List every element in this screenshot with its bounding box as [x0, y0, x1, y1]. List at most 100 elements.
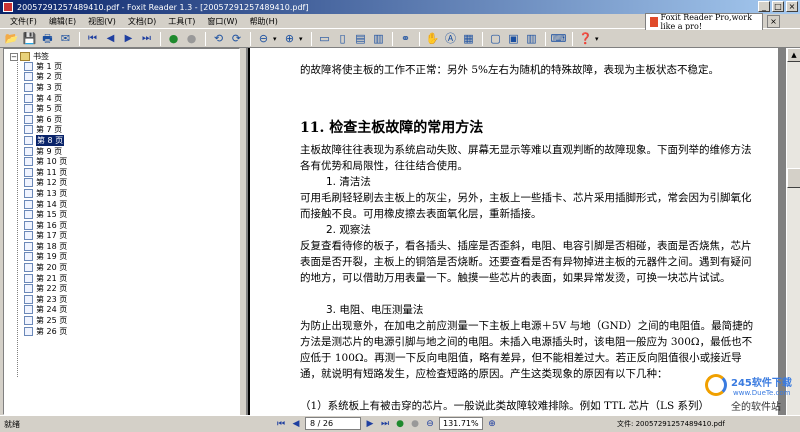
last-page-icon[interactable]: ⏭: [379, 418, 391, 430]
document-area: 的故障将使主板的工作不正常：另外 5%左右为随机的特殊故障，表现为主板状态不稳定…: [246, 48, 786, 415]
bookmark-item[interactable]: 第 10 页: [24, 156, 67, 167]
bookmark-item[interactable]: 第 15 页: [24, 209, 67, 220]
ad-close-button[interactable]: ×: [767, 15, 780, 28]
actual-size-icon[interactable]: ▭: [316, 31, 333, 47]
bookmark-item[interactable]: 第 16 页: [24, 220, 67, 231]
bookmark-item[interactable]: 第 1 页: [24, 61, 67, 72]
fit-width-icon[interactable]: ▤: [352, 31, 369, 47]
page-icon: [24, 316, 33, 326]
bookmark-label: 第 23 页: [36, 294, 68, 304]
chevron-down-icon[interactable]: ▾: [595, 35, 603, 43]
bookmark-item[interactable]: 第 18 页: [24, 241, 67, 252]
bookmark-label: 第 6 页: [36, 114, 63, 124]
bookmark-item[interactable]: 第 21 页: [24, 273, 67, 284]
maximize-button[interactable]: □: [772, 1, 784, 12]
snapshot-icon[interactable]: ▦: [460, 31, 477, 47]
email-icon[interactable]: ✉: [57, 31, 74, 47]
page-icon: [24, 252, 33, 262]
save-icon[interactable]: 💾: [21, 31, 38, 47]
bookmark-item[interactable]: 第 4 页: [24, 93, 67, 104]
fit-page-icon[interactable]: ▯: [334, 31, 351, 47]
bookmark-item[interactable]: 第 6 页: [24, 114, 67, 125]
rotate-right-icon[interactable]: ⟳: [228, 31, 245, 47]
last-page-icon[interactable]: ⏭: [138, 31, 155, 47]
ad-banner[interactable]: Foxit Reader Pro,work like a pro!: [645, 13, 763, 31]
continuous-icon[interactable]: ▣: [505, 31, 522, 47]
bookmark-item[interactable]: 第 17 页: [24, 231, 67, 242]
back-icon[interactable]: ●: [165, 31, 182, 47]
bookmark-label: 第 21 页: [36, 273, 68, 283]
bookmark-item[interactable]: 第 11 页: [24, 167, 67, 178]
bookmark-item[interactable]: 第 20 页: [24, 262, 67, 273]
site-logo: 245软件下载 www.DueTe.com 全的软件站: [705, 372, 797, 414]
single-page-icon[interactable]: ▢: [487, 31, 504, 47]
fit-visible-icon[interactable]: ▥: [370, 31, 387, 47]
page-icon: [24, 104, 33, 114]
chevron-down-icon[interactable]: ▾: [273, 35, 281, 43]
zoom-in-icon[interactable]: ⊕: [281, 31, 298, 47]
bookmark-item[interactable]: 第 9 页: [24, 146, 67, 157]
text-select-icon[interactable]: Ⓐ: [442, 31, 459, 47]
menu-file[interactable]: 文件(F): [4, 16, 43, 27]
print-icon[interactable]: 🖶: [39, 31, 56, 47]
bookmark-item[interactable]: 第 25 页: [24, 315, 67, 326]
binoculars-icon[interactable]: ⚭: [397, 31, 414, 47]
bookmark-item[interactable]: 第 22 页: [24, 283, 67, 294]
bookmark-item[interactable]: 第 19 页: [24, 252, 67, 263]
menu-document[interactable]: 文档(D): [122, 16, 162, 27]
pdf-page[interactable]: 的故障将使主板的工作不正常：另外 5%左右为随机的特殊故障，表现为主板状态不稳定…: [248, 48, 778, 415]
scroll-up-icon[interactable]: ▲: [787, 48, 800, 62]
next-page-icon[interactable]: ▶: [120, 31, 137, 47]
close-button[interactable]: ×: [786, 1, 798, 12]
bookmark-item[interactable]: 第 26 页: [24, 326, 67, 337]
menu-window[interactable]: 窗口(W): [201, 16, 243, 27]
bookmark-label: 第 2 页: [36, 72, 63, 82]
page-number-input[interactable]: 8 / 26: [305, 417, 361, 430]
minimize-button[interactable]: _: [758, 1, 770, 12]
bookmark-item[interactable]: 第 14 页: [24, 199, 67, 210]
typewriter-icon[interactable]: ⌨: [550, 31, 567, 47]
page-icon: [24, 157, 33, 167]
bookmark-item[interactable]: 第 12 页: [24, 178, 67, 189]
bookmark-item[interactable]: 第 23 页: [24, 294, 67, 305]
zoom-in-icon[interactable]: ⊕: [486, 418, 498, 430]
zoom-out-icon[interactable]: ⊖: [424, 418, 436, 430]
forward-icon[interactable]: ●: [409, 418, 421, 430]
bookmark-item[interactable]: 第 2 页: [24, 72, 67, 83]
open-icon[interactable]: 📂: [3, 31, 20, 47]
prev-page-icon[interactable]: ◀: [290, 418, 302, 430]
facing-icon[interactable]: ▥: [523, 31, 540, 47]
bookmark-label: 第 15 页: [36, 210, 68, 220]
bookmark-item[interactable]: 第 13 页: [24, 188, 67, 199]
page-icon: [24, 125, 33, 135]
page-icon: [24, 210, 33, 220]
zoom-level-input[interactable]: 131.71%: [439, 417, 483, 430]
next-page-icon[interactable]: ▶: [364, 418, 376, 430]
scroll-thumb[interactable]: [787, 168, 800, 188]
bookmark-item[interactable]: 第 7 页: [24, 125, 67, 136]
menu-edit[interactable]: 编辑(E): [43, 16, 82, 27]
chevron-down-icon[interactable]: ▾: [299, 35, 307, 43]
menu-tools[interactable]: 工具(T): [162, 16, 201, 27]
status-ready: 就绪: [4, 420, 20, 429]
bookmark-item[interactable]: 第 5 页: [24, 103, 67, 114]
first-page-icon[interactable]: ⏮: [275, 418, 287, 430]
doc-paragraph: （1）系统板上有被击穿的芯片。一般说此类故障较难排除。例如 TTL 芯片（LS …: [300, 400, 710, 412]
forward-icon[interactable]: ●: [183, 31, 200, 47]
collapse-icon[interactable]: −: [10, 52, 18, 61]
vertical-scrollbar[interactable]: ▲: [786, 48, 800, 415]
rotate-left-icon[interactable]: ⟲: [210, 31, 227, 47]
bookmark-item[interactable]: 第 8 页: [24, 134, 67, 146]
bookmark-item[interactable]: 第 24 页: [24, 305, 67, 316]
back-icon[interactable]: ●: [394, 418, 406, 430]
zoom-out-icon[interactable]: ⊖: [255, 31, 272, 47]
hand-tool-icon[interactable]: ✋: [424, 31, 441, 47]
bookmark-label: 第 5 页: [36, 104, 63, 114]
help-icon[interactable]: ❓: [577, 31, 594, 47]
first-page-icon[interactable]: ⏮: [84, 31, 101, 47]
menu-view[interactable]: 视图(V): [82, 16, 122, 27]
prev-page-icon[interactable]: ◀: [102, 31, 119, 47]
menu-help[interactable]: 帮助(H): [244, 16, 284, 27]
page-icon: [24, 241, 33, 251]
bookmark-item[interactable]: 第 3 页: [24, 82, 67, 93]
